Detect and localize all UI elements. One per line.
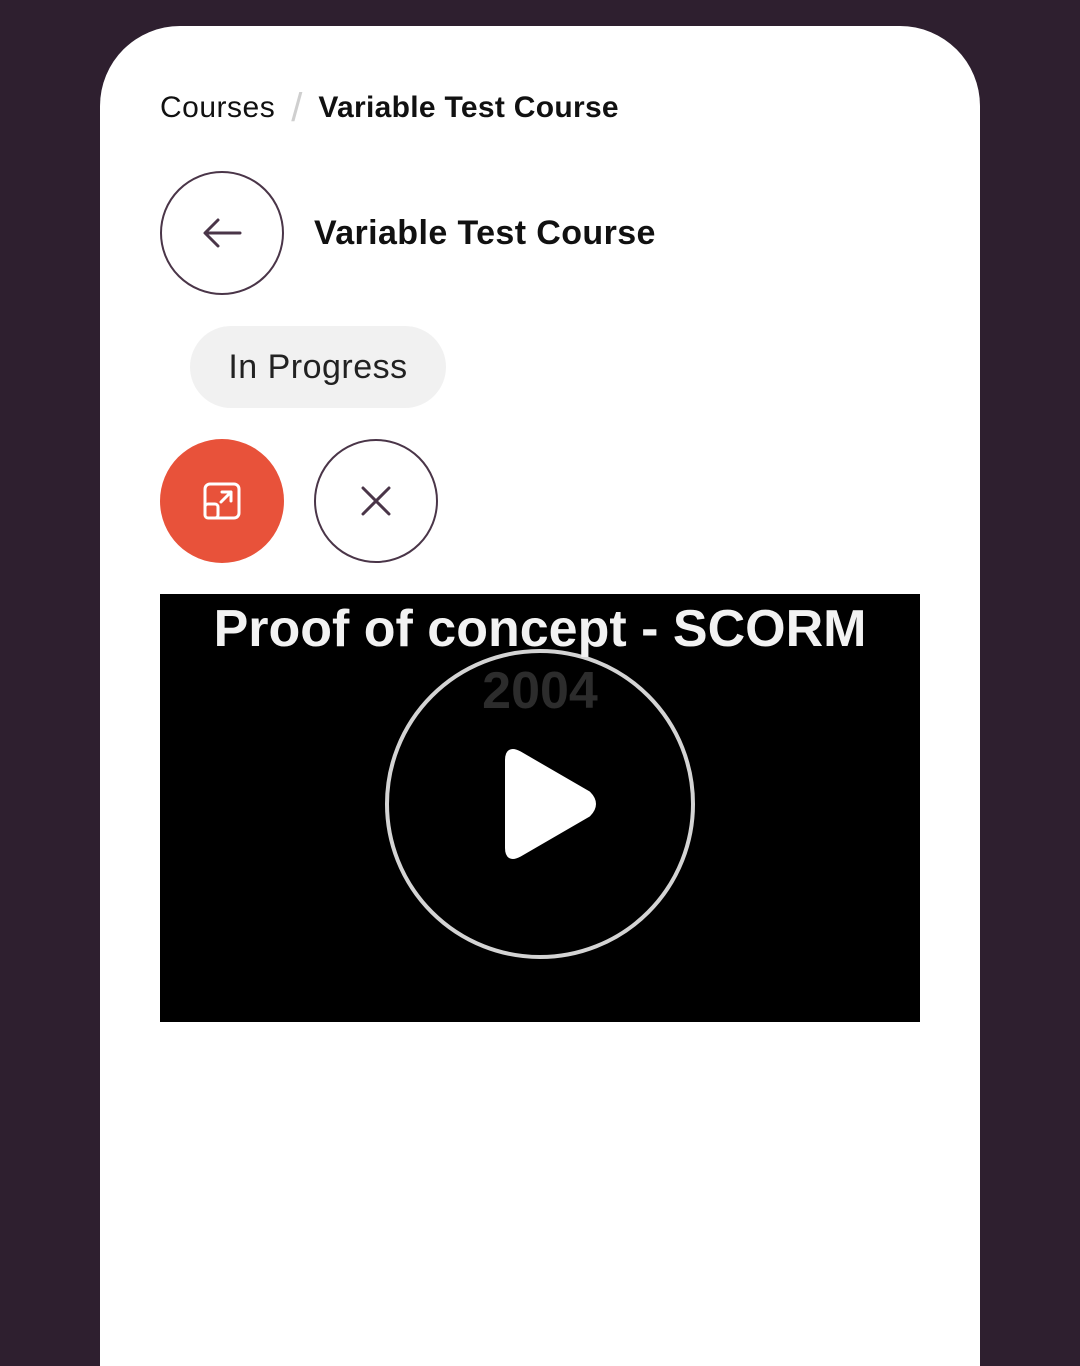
breadcrumb-courses-link[interactable]: Courses [160,91,275,125]
launch-course-button[interactable] [160,439,284,563]
close-button[interactable] [314,439,438,563]
player-title-line-1: Proof of concept - SCORM [213,600,867,658]
play-button[interactable] [384,648,696,960]
course-card: Courses / Variable Test Course Variable … [100,26,980,1366]
breadcrumb: Courses / Variable Test Course [160,86,619,130]
arrow-left-icon [203,218,242,248]
course-header: Variable Test Course [160,171,656,295]
page-title: Variable Test Course [314,213,656,252]
close-icon [361,486,391,516]
breadcrumb-current: Variable Test Course [318,91,619,124]
back-button[interactable] [160,171,284,295]
open-external-icon [203,482,241,520]
breadcrumb-separator: / [291,85,303,130]
play-icon [505,749,596,859]
course-actions [160,439,438,563]
status-badge: In Progress [190,326,446,408]
course-player[interactable]: 2004 Proof of concept - SCORM [160,594,920,1022]
